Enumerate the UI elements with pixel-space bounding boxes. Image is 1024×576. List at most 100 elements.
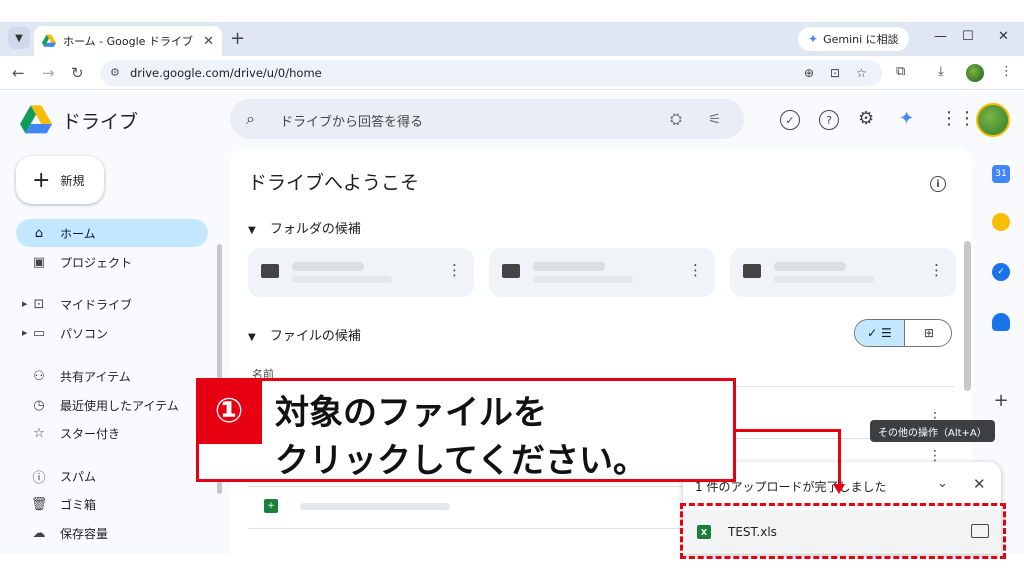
sidebar-item-shared[interactable]: ⚇ 共有アイテム — [16, 362, 208, 390]
chevron-down-icon: ▼ — [248, 225, 256, 236]
more-options-icon[interactable]: ⋮ — [447, 261, 462, 279]
folder-card[interactable]: ⋮ — [248, 248, 474, 297]
recent-icon: ◷ — [33, 397, 45, 413]
bookmark-star-icon[interactable]: ☆ — [856, 66, 867, 80]
sidebar-item-spam[interactable]: ⓘ スパム — [16, 462, 208, 490]
calendar-icon[interactable]: 31 — [992, 165, 1010, 183]
gemini-sparkle-icon: ✦ — [808, 32, 819, 46]
tasks-icon[interactable]: ✓ — [992, 263, 1010, 281]
search-filter-icon[interactable]: ⚟ — [708, 110, 721, 128]
highlight-box — [680, 503, 1006, 559]
new-button[interactable]: + 新規 — [16, 156, 104, 204]
chevron-down-icon: ▼ — [248, 332, 256, 343]
sidebar-item-label: パソコン — [60, 326, 109, 341]
sidebar-item-label: プロジェクト — [60, 255, 133, 270]
more-actions-tooltip: その他の操作（Alt+A） — [870, 420, 995, 442]
back-icon[interactable]: ← — [12, 64, 25, 82]
sidebar-item-home[interactable]: ⌂ ホーム — [16, 219, 208, 247]
offline-ready-icon[interactable]: ✓ — [780, 110, 800, 130]
address-bar[interactable]: ⚙ drive.google.com/drive/u/0/home ⊕ ⊡ ☆ — [100, 60, 882, 86]
tab-close-icon[interactable]: ✕ — [203, 34, 214, 49]
close-icon[interactable]: ✕ — [973, 475, 986, 493]
sidebar-item-label: スター付き — [60, 426, 121, 441]
expand-caret-icon[interactable]: ▶ — [22, 329, 27, 337]
folder-card[interactable]: ⋮ — [730, 248, 956, 297]
callout-arrow-line — [838, 429, 841, 485]
browser-menu-icon[interactable]: ⋮ — [1000, 64, 1013, 79]
sidebar-item-computers[interactable]: ▶ ▭ パソコン — [16, 319, 208, 347]
redacted-folder-name — [292, 262, 364, 271]
browser-profile-avatar[interactable] — [966, 64, 984, 82]
drive-favicon-icon — [42, 34, 56, 47]
collapse-chevron-icon[interactable]: ⌄ — [937, 476, 948, 491]
zoom-icon[interactable]: ⊕ — [804, 66, 814, 80]
more-options-icon[interactable]: ⋮ — [688, 261, 703, 279]
project-icon: ▣ — [32, 254, 46, 270]
instruction-callout: ① 対象のファイルを クリックしてください。 — [196, 378, 736, 482]
sidebar-item-label: マイドライブ — [60, 297, 133, 312]
folder-card[interactable]: ⋮ — [489, 248, 715, 297]
redacted-folder-meta — [533, 276, 633, 283]
redacted-folder-name — [774, 262, 846, 271]
url-text: drive.google.com/drive/u/0/home — [130, 66, 322, 80]
contacts-icon[interactable] — [992, 313, 1010, 331]
gemini-button[interactable]: ✦ Gemini に相談 — [798, 27, 909, 51]
window-close-icon[interactable]: ✕ — [998, 29, 1009, 44]
list-view-button[interactable]: ✓ ☰ — [855, 320, 904, 346]
search-placeholder: ドライブから回答を得る — [280, 115, 424, 130]
minimize-icon[interactable]: — — [934, 29, 947, 44]
drive-logo-icon — [20, 105, 52, 134]
sidebar-item-label: ホーム — [60, 226, 96, 241]
download-icon[interactable]: ⤓ — [938, 64, 944, 79]
maximize-icon[interactable]: ☐ — [962, 29, 974, 44]
info-icon[interactable]: i — [930, 176, 946, 192]
install-app-icon[interactable]: ⊡ — [830, 66, 840, 80]
sidebar-item-starred[interactable]: ☆ スター付き — [16, 419, 208, 447]
folder-icon — [743, 264, 761, 278]
keep-icon[interactable] — [992, 213, 1010, 231]
sidebar-item-trash[interactable]: 🗑 ゴミ箱 — [16, 490, 208, 518]
reload-icon[interactable]: ↻ — [71, 64, 84, 82]
new-tab-button[interactable]: + — [230, 28, 245, 49]
help-icon[interactable]: ? — [819, 110, 839, 130]
sidebar-item-recent[interactable]: ◷ 最近使用したアイテム — [16, 391, 208, 419]
settings-gear-icon[interactable]: ⚙ — [858, 108, 874, 129]
sidebar-item-label: ゴミ箱 — [60, 497, 97, 512]
star-icon: ☆ — [33, 425, 45, 441]
section-title: ファイルの候補 — [269, 329, 361, 344]
plus-icon: + — [32, 167, 51, 193]
step-badge: ① — [196, 378, 262, 444]
folder-section-toggle[interactable]: ▼ フォルダの候補 — [248, 218, 361, 237]
sidebar-item-my-drive[interactable]: ▶ ⊡ マイドライブ — [16, 290, 208, 318]
file-section-toggle[interactable]: ▼ ファイルの候補 — [248, 325, 361, 344]
sidebar-item-storage[interactable]: ☁ 保存容量 — [16, 519, 208, 547]
redacted-folder-meta — [774, 276, 874, 283]
tab-drive-home[interactable]: ホーム - Google ドライブ ✕ — [34, 26, 222, 56]
extensions-icon[interactable]: ⧉ — [896, 64, 905, 79]
new-label: 新規 — [60, 173, 85, 188]
add-addon-icon[interactable]: + — [992, 390, 1010, 411]
sidebar-item-label: 共有アイテム — [60, 369, 131, 384]
redacted-folder-meta — [292, 276, 392, 283]
forward-icon[interactable]: → — [42, 64, 55, 82]
tab-search-button[interactable]: ▼ — [8, 27, 30, 49]
gemini-label: Gemini に相談 — [823, 33, 899, 46]
callout-arrow-line — [736, 429, 839, 432]
more-options-icon[interactable]: ⋮ — [929, 261, 944, 279]
my-drive-icon: ⊡ — [33, 296, 45, 312]
grid-view-button[interactable]: ⊞ — [904, 320, 951, 346]
redacted-file-name — [300, 503, 450, 510]
folder-icon — [502, 264, 520, 278]
sidebar-item-project[interactable]: ▣ プロジェクト — [16, 248, 208, 276]
expand-caret-icon[interactable]: ▶ — [22, 300, 27, 308]
main-scrollbar[interactable] — [964, 241, 971, 391]
tab-title: ホーム - Google ドライブ — [63, 35, 193, 48]
search-settings-icon[interactable]: ⛭ — [670, 110, 682, 128]
sheets-file-icon: + — [264, 499, 278, 513]
ai-search-icon: ⌕ — [246, 109, 255, 128]
apps-grid-icon[interactable]: ⋮⋮ — [940, 108, 976, 129]
gemini-sparkle-icon[interactable]: ✦ — [899, 108, 914, 129]
site-info-icon[interactable]: ⚙ — [110, 66, 120, 79]
view-toggle: ✓ ☰ ⊞ — [854, 319, 952, 347]
drive-search-bar[interactable]: ⌕ ドライブから回答を得る ⛭ ⚟ — [230, 99, 744, 139]
